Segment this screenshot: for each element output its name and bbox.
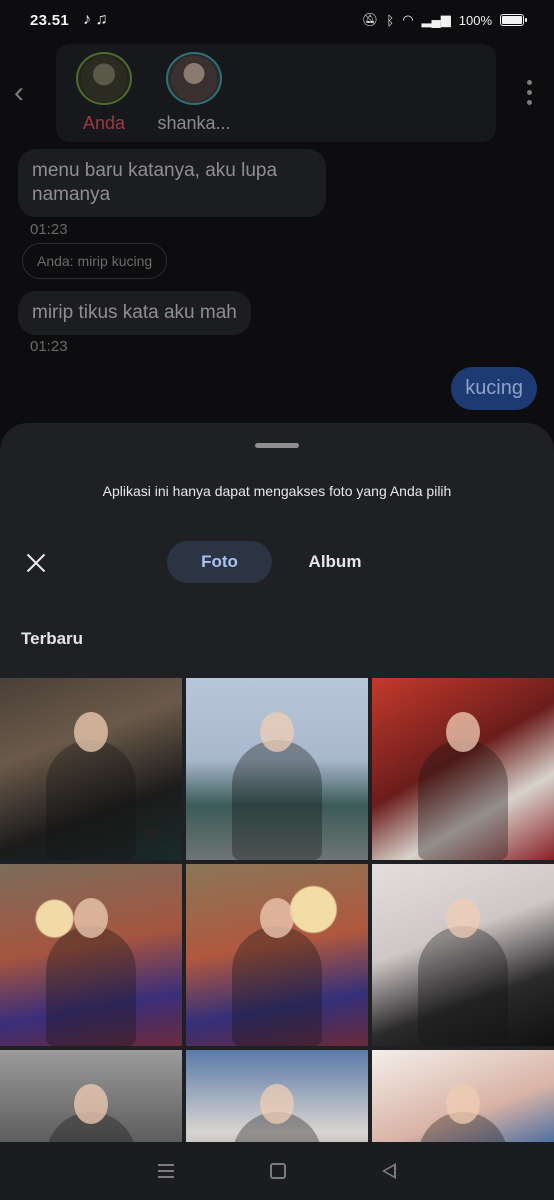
music-notification-icon: ♪ ♫ — [83, 11, 108, 28]
sent-message[interactable]: kucing — [451, 367, 537, 410]
message-timestamp: 01:23 — [30, 221, 68, 238]
wifi-icon: ◠ — [402, 12, 414, 27]
mute-icon: 🔕︎ — [361, 12, 379, 27]
drag-handle[interactable] — [255, 443, 299, 448]
photo-thumbnail[interactable] — [186, 678, 368, 860]
received-message[interactable]: mirip tikus kata aku mah — [18, 291, 251, 335]
tab-album[interactable]: Album — [290, 541, 380, 583]
photo-grid: ♥ — [0, 678, 554, 1200]
battery-percent: 100% — [458, 12, 492, 28]
bluetooth-icon: ᛒ — [386, 12, 395, 28]
battery-icon — [500, 14, 527, 26]
photo-thumbnail[interactable] — [372, 864, 554, 1046]
participants-bar: Anda shanka... — [56, 44, 496, 142]
photo-thumbnail[interactable] — [372, 678, 554, 860]
avatar — [76, 52, 132, 105]
status-bar: 23.51 ♪ ♫ 🔕︎ ᛒ ◠ ▂▄▆ 100% — [0, 0, 554, 40]
home-icon[interactable] — [270, 1163, 286, 1179]
navigation-bar — [0, 1142, 554, 1200]
back-nav-icon[interactable] — [382, 1163, 396, 1179]
photo-picker-sheet: Aplikasi ini hanya dapat mengakses foto … — [0, 423, 554, 1200]
photo-thumbnail[interactable] — [0, 864, 182, 1046]
heart-icon: ♥ — [144, 820, 158, 845]
tab-foto[interactable]: Foto — [167, 541, 272, 583]
access-notice: Aplikasi ini hanya dapat mengakses foto … — [102, 483, 452, 499]
avatar — [166, 52, 222, 105]
reply-preview[interactable]: Anda: mirip kucing — [22, 243, 168, 279]
participant-name: shanka... — [157, 113, 231, 133]
participant-other[interactable]: shanka... — [157, 52, 231, 134]
menu-icon[interactable] — [158, 1164, 174, 1178]
back-icon[interactable]: ‹ — [14, 78, 44, 108]
status-time: 23.51 — [30, 11, 70, 29]
signal-icon: ▂▄▆ — [421, 12, 451, 27]
close-icon[interactable] — [22, 549, 50, 577]
more-options-icon[interactable] — [527, 80, 532, 105]
message-timestamp: 01:23 — [30, 338, 68, 355]
participant-name: Anda — [82, 113, 126, 133]
photo-thumbnail[interactable] — [186, 864, 368, 1046]
section-title: Terbaru — [21, 629, 84, 648]
status-right-icons: 🔕︎ ᛒ ◠ ▂▄▆ 100% — [361, 12, 527, 28]
participant-self[interactable]: Anda — [68, 52, 140, 134]
received-message[interactable]: menu baru katanya, aku lupa namanya — [18, 149, 326, 217]
photo-thumbnail[interactable]: ♥ — [0, 678, 182, 860]
